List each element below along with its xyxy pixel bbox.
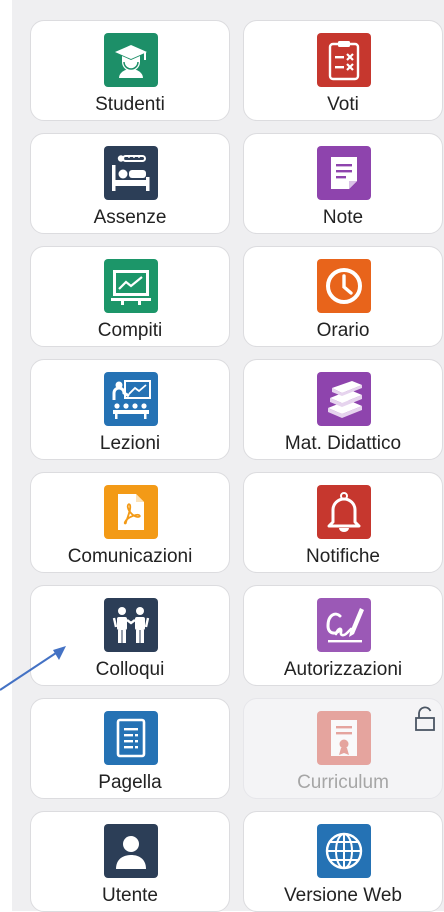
unlock-icon[interactable] (414, 706, 436, 732)
tile-curriculum[interactable]: Curriculum (243, 698, 443, 799)
tile-label: Curriculum (297, 772, 389, 793)
tile-mat-didattico[interactable]: Mat. Didattico (243, 359, 443, 460)
note-icon (317, 146, 371, 200)
tile-note[interactable]: Note (243, 133, 443, 234)
tile-voti[interactable]: Voti (243, 20, 443, 121)
graduate-icon (104, 33, 158, 87)
meeting-people-icon (104, 598, 158, 652)
tile-label: Utente (102, 885, 158, 906)
tile-label: Voti (327, 94, 359, 115)
whiteboard-icon (104, 259, 158, 313)
classroom-icon (104, 372, 158, 426)
globe-icon (317, 824, 371, 878)
signature-icon (317, 598, 371, 652)
tile-utente[interactable]: Utente (30, 811, 230, 912)
tile-notifiche[interactable]: Notifiche (243, 472, 443, 573)
tile-label: Note (322, 207, 364, 228)
tile-label: Orario (316, 320, 370, 341)
bell-icon (317, 485, 371, 539)
tile-orario[interactable]: Orario (243, 246, 443, 347)
tile-label: Pagella (98, 772, 162, 793)
tile-label: Versione Web (284, 885, 402, 906)
tile-pagella[interactable]: Pagella (30, 698, 230, 799)
books-icon (317, 372, 371, 426)
report-card-icon (104, 711, 158, 765)
checklist-icon (317, 33, 371, 87)
bed-thermometer-icon (104, 146, 158, 200)
annotation-arrow (0, 646, 66, 691)
tile-versione-web[interactable]: Versione Web (243, 811, 443, 912)
tile-label: Notifiche (306, 546, 380, 567)
certificate-icon (317, 711, 371, 765)
tile-label: Autorizzazioni (283, 659, 403, 680)
clock-icon (317, 259, 371, 313)
pdf-document-icon (104, 485, 158, 539)
tile-autorizzazioni[interactable]: Autorizzazioni (243, 585, 443, 686)
tile-label: Mat. Didattico (284, 433, 402, 454)
user-icon (104, 824, 158, 878)
